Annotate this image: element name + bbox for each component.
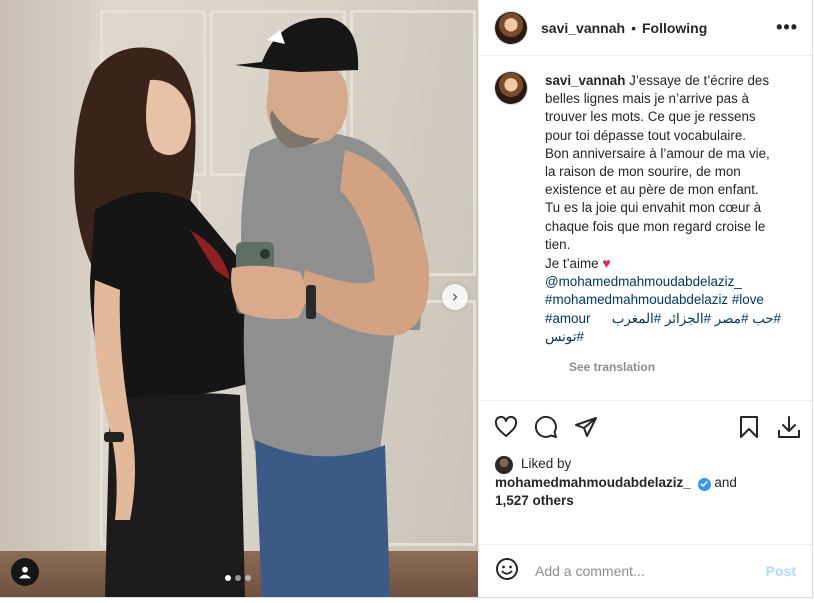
red-heart-icon: ♥ — [602, 255, 611, 272]
post-details-panel: savi_vannah • Following ••• savi_vannah … — [478, 0, 812, 597]
comment-input[interactable] — [533, 562, 737, 580]
post-photo[interactable]: › — [0, 0, 478, 597]
likes-count-link[interactable]: 1,527 others — [495, 493, 574, 508]
bookmark-icon — [740, 415, 758, 438]
carousel-dot — [245, 575, 251, 581]
tagged-users-button[interactable] — [11, 558, 39, 586]
carousel-indicator — [225, 575, 251, 581]
emoji-button[interactable] — [495, 557, 519, 586]
caption-line: Tu es la joie qui envahit mon cœur à — [545, 200, 762, 216]
caption-line: J’essaye de t’écrire des — [629, 73, 770, 88]
caption-line: existence et au père de mon enfant. — [545, 182, 759, 198]
likes-summary: Liked by mohamedmahmoudabdelaziz_ and 1,… — [495, 455, 737, 510]
caption-username[interactable]: savi_vannah — [545, 73, 625, 88]
download-button[interactable] — [776, 414, 802, 440]
caption-line: tien. — [545, 236, 571, 252]
hashtag-link[interactable]: #amour — [545, 310, 590, 328]
follow-status-button[interactable]: Following — [642, 20, 707, 36]
photo-people — [74, 17, 430, 597]
carousel-dot — [225, 575, 231, 581]
separator-dot: • — [631, 19, 636, 36]
post-header: savi_vannah • Following ••• — [479, 0, 812, 56]
chevron-right-icon: › — [451, 286, 459, 307]
avatar[interactable] — [495, 72, 527, 104]
heart-icon — [494, 415, 518, 437]
caption-line: la raison de mon sourire, de mon — [545, 164, 741, 180]
carousel-dot — [235, 575, 241, 581]
caption-text: savi_vannah J’essaye de t’écrire des bel… — [545, 72, 781, 346]
hashtag-row: #amour #حب #مصر #الجزائر #المغرب — [545, 310, 781, 328]
author-username[interactable]: savi_vannah — [541, 20, 625, 36]
caption: savi_vannah J’essaye de t’écrire des bel… — [479, 56, 812, 346]
action-bar — [479, 400, 812, 452]
hashtag-links[interactable]: #mohamedmahmoudabdelaziz #love — [545, 292, 764, 307]
caption-line: pour toi dépasse tout vocabulaire. — [545, 127, 746, 143]
share-button[interactable] — [573, 414, 599, 440]
download-icon — [778, 415, 800, 438]
user-icon — [19, 566, 31, 579]
caption-je-taime: Je t’aime — [545, 256, 599, 272]
comment-composer: Post — [479, 544, 812, 597]
emoji-icon — [496, 557, 518, 580]
more-options-icon[interactable]: ••• — [776, 17, 798, 38]
send-icon — [575, 416, 597, 437]
hashtag-link-arabic[interactable]: #تونس — [545, 329, 584, 344]
comment-button[interactable] — [533, 414, 559, 440]
liker-username[interactable]: mohamedmahmoudabdelaziz_ — [495, 475, 691, 490]
save-button[interactable] — [736, 414, 762, 440]
avatar[interactable] — [495, 11, 527, 44]
likes-and: and — [714, 475, 737, 490]
liker-avatar[interactable] — [495, 456, 513, 474]
verified-badge-icon — [697, 477, 711, 491]
caption-line: Bon anniversaire à l’amour de ma vie, — [545, 145, 770, 161]
see-translation-link[interactable]: See translation — [569, 360, 812, 374]
mention-link[interactable]: @mohamedmahmoudabdelaziz_ — [545, 274, 742, 289]
caption-line: trouver les mots. Ce que je ressens — [545, 109, 756, 125]
like-button[interactable] — [493, 414, 519, 440]
post-dialog: › savi_vannah • Following ••• savi_vanna — [0, 0, 813, 598]
post-comment-button[interactable]: Post — [766, 563, 796, 579]
liked-by-label: Liked by — [521, 456, 572, 471]
caption-line: belles lignes mais je n’arrive pas à — [545, 91, 749, 107]
caption-line: chaque fois que mon regard croise le — [545, 218, 766, 234]
comment-icon — [534, 415, 557, 438]
hashtag-links-arabic[interactable]: #حب #مصر #الجزائر #المغرب — [612, 310, 781, 328]
next-photo-button[interactable]: › — [442, 284, 468, 310]
